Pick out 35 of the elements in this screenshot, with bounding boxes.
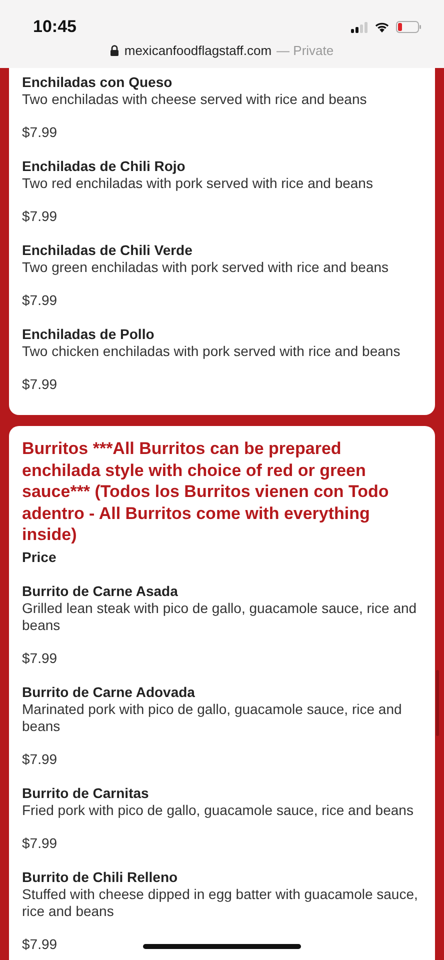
- item-price: $7.99: [22, 834, 58, 852]
- item-price: $7.99: [22, 124, 58, 141]
- lock-icon: [110, 45, 120, 56]
- item-name: Burrito de Carne Adovada: [22, 684, 195, 700]
- item-name: Enchiladas de Chili Verde: [22, 242, 192, 259]
- item-name: Enchiladas de Pollo: [22, 326, 154, 343]
- item-description: Two enchiladas with cheese served with rice and beans: [22, 91, 367, 108]
- item-name: Burrito de Carnitas: [22, 784, 149, 802]
- item-name: Enchiladas de Chili Rojo: [22, 158, 186, 175]
- section-title: Burritos ***All Burritos can be prepared enchilada style with choice of red or green sauce*** (Todos los Burritos vienen con Todo adentro - All Burritos come with everything inside): [22, 438, 390, 546]
- scroll-indicator: [436, 670, 439, 736]
- battery-icon: [396, 21, 422, 33]
- signal-icon: [351, 22, 368, 32]
- item-price: $7.99: [22, 750, 58, 768]
- item-name: Enchiladas con Queso: [22, 74, 172, 91]
- page-url[interactable]: mexicanfoodflagstaff.com: [124, 43, 272, 58]
- item-price: $7.99: [22, 650, 58, 666]
- price-heading: Price: [22, 548, 58, 566]
- item-description: Two green enchiladas with pork served with rice and beans: [22, 259, 389, 276]
- item-price: $7.99: [22, 292, 58, 309]
- item-name: Burrito de Chili Relleno: [22, 868, 178, 886]
- item-description: Grilled lean steak with pico de gallo, guacamole sauce, rice and beans: [22, 600, 418, 634]
- item-description: Two red enchiladas with pork served with rice and beans: [22, 175, 373, 192]
- item-description: Two chicken enchiladas with pork served with rice and beans: [22, 343, 400, 360]
- item-name: Burrito de Carne Asada: [22, 582, 178, 600]
- item-price: $7.99: [22, 376, 58, 393]
- item-price: $7.99: [22, 936, 58, 952]
- wifi-icon: [374, 21, 390, 33]
- item-price: $7.99: [22, 208, 58, 225]
- private-label: — Private: [276, 43, 334, 58]
- item-description: Fried pork with pico de gallo, guacamole sauce, rice and beans: [22, 802, 414, 818]
- status-time: 10:45: [33, 17, 76, 37]
- item-description: Stuffed with cheese dipped in egg batter with guacamole sauce, rice and beans: [22, 886, 419, 920]
- home-indicator[interactable]: [143, 944, 301, 949]
- item-description: Marinated pork with pico de gallo, guacamole sauce, rice and beans: [22, 700, 403, 734]
